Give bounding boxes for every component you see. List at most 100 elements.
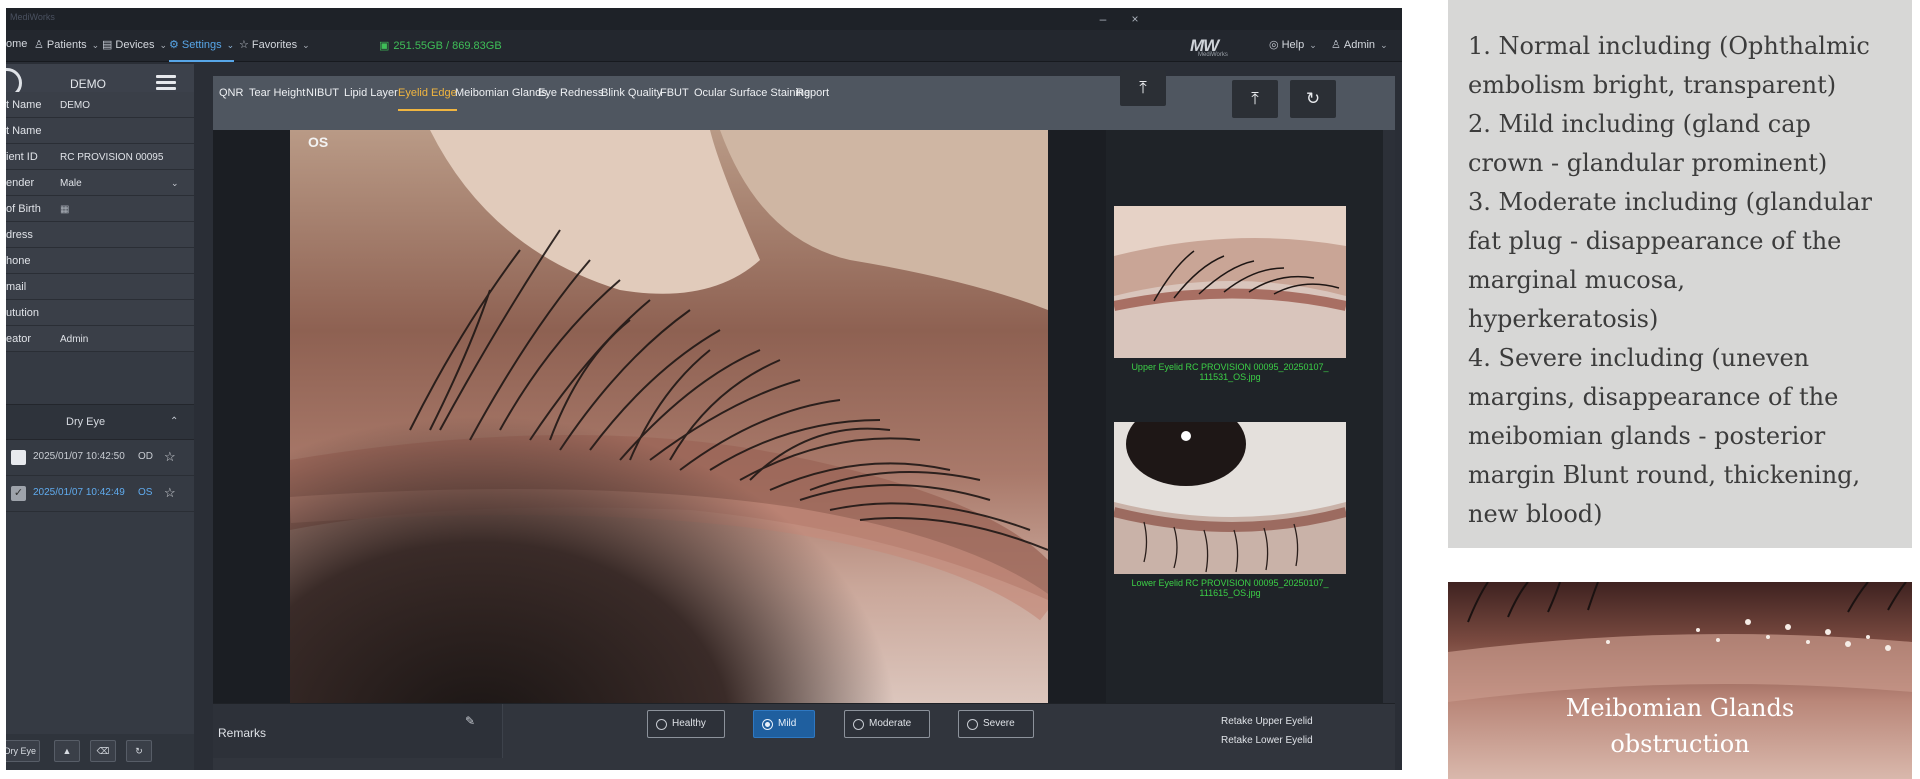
field-value: Admin — [60, 334, 89, 345]
menu-settings[interactable]: ⚙ Settings ⌄ — [169, 38, 235, 62]
record-checkbox[interactable]: ✓ — [11, 486, 26, 501]
grade-label: Severe — [983, 718, 1015, 729]
tab-eyelid-edge[interactable]: Eyelid Edge — [398, 87, 457, 111]
drive-icon: ▣ — [379, 40, 390, 52]
record-row[interactable]: ✓ 2025/01/07 10:42:49 OS ☆ — [6, 476, 194, 512]
field-email[interactable]: mail — [6, 274, 194, 300]
field-gender[interactable]: ender Male ⌄ — [6, 170, 194, 196]
calendar-icon[interactable]: ▦ — [60, 204, 69, 215]
grade-severe-button[interactable]: Severe — [958, 710, 1034, 738]
radio-icon — [853, 719, 864, 730]
caption-line: Lower Eyelid RC PROVISION 00095_20250107… — [1131, 578, 1329, 588]
grade-moderate-button[interactable]: Moderate — [844, 710, 930, 738]
chevron-down-icon: ⌄ — [159, 40, 168, 50]
tab-fbut[interactable]: FBUT — [660, 87, 689, 111]
field-label: ient ID — [6, 151, 38, 163]
menu-favorites-label: Favorites — [251, 39, 298, 51]
grade-healthy-button[interactable]: Healthy — [647, 710, 725, 738]
exam-tabs: QNR Tear Height NIBUT Lipid Layer Eyelid… — [213, 70, 1395, 130]
field-label: hone — [6, 255, 31, 267]
note-line: embolism bright, transparent) — [1468, 71, 1837, 99]
eye-label: OS — [308, 134, 329, 150]
tab-ocular-surface-staining[interactable]: Ocular Surface Staining — [694, 87, 810, 111]
menu-favorites[interactable]: ☆ Favorites ⌄ — [239, 38, 310, 56]
storage-text: 251.55GB / 869.83GB — [393, 40, 502, 52]
field-value: DEMO — [60, 100, 90, 111]
field-address[interactable]: dress — [6, 222, 194, 248]
menu-patients[interactable]: ♙ Patients ⌄ — [34, 38, 99, 56]
chevron-down-icon: ⌄ — [1309, 40, 1317, 50]
note-line: marginal mucosa, — [1468, 266, 1686, 294]
logo-subtitle: MediWorks — [1198, 52, 1228, 58]
menu-home[interactable]: ome — [6, 38, 27, 56]
radio-icon — [762, 719, 773, 730]
menu-admin[interactable]: ♙ Admin ⌄ — [1331, 38, 1388, 56]
sidebar-actions: Dry Eye ▲ ⌫ ↻ — [6, 734, 194, 770]
radio-icon — [967, 719, 978, 730]
dry-eye-section-header[interactable]: Dry Eye ⌃ — [6, 404, 194, 440]
grade-label: Moderate — [869, 718, 912, 729]
arrow-up-icon[interactable]: ▲ — [54, 740, 80, 762]
star-icon[interactable]: ☆ — [164, 449, 176, 465]
retake-upper-eyelid-button[interactable]: Retake Upper Eyelid — [1221, 716, 1313, 727]
field-last-name[interactable]: t Name — [6, 118, 194, 144]
chevron-down-icon: ⌄ — [91, 40, 100, 50]
star-icon: ☆ — [239, 39, 249, 51]
tab-blink-quality[interactable]: Blink Quality — [601, 87, 662, 111]
field-label: t Name — [6, 99, 42, 111]
tab-meibomian-glands[interactable]: Meibomian Glands — [455, 87, 547, 111]
upload-icon[interactable]: ⤒ — [1120, 70, 1166, 106]
upper-eyelid-thumbnail[interactable] — [1114, 206, 1346, 358]
note-line: margins, disappearance of the — [1468, 383, 1839, 411]
menu-help[interactable]: ◎ Help ⌄ — [1269, 38, 1317, 56]
grade-mild-button[interactable]: Mild — [753, 710, 815, 738]
refresh-icon[interactable]: ↻ — [1290, 80, 1336, 118]
field-patient-id[interactable]: ient ID RC PROVISION 00095 — [6, 144, 194, 170]
close-icon[interactable]: × — [1126, 10, 1144, 28]
tab-eye-redness[interactable]: Eye Redness — [538, 87, 603, 111]
pencil-icon[interactable]: ✎ — [465, 714, 475, 728]
star-icon[interactable]: ☆ — [164, 485, 176, 501]
remarks-field[interactable]: Remarks ✎ — [213, 704, 503, 758]
minimize-icon[interactable]: – — [1094, 10, 1112, 28]
note-line: new blood) — [1468, 500, 1603, 528]
retake-lower-eyelid-button[interactable]: Retake Lower Eyelid — [1221, 735, 1313, 746]
menu-devices-label: Devices — [115, 39, 155, 51]
menu-devices[interactable]: ▤ Devices ⌄ — [102, 38, 167, 56]
sync-icon[interactable]: ↻ — [126, 740, 152, 762]
tab-nibut[interactable]: NIBUT — [306, 87, 339, 111]
field-phone[interactable]: hone — [6, 248, 194, 274]
meibomian-obstruction-image: Meibomian Glands obstruction — [1448, 582, 1912, 779]
field-date-of-birth[interactable]: of Birth ▦ — [6, 196, 194, 222]
tab-qnr[interactable]: QNR — [219, 87, 243, 111]
chevron-up-icon[interactable]: ⌃ — [170, 416, 178, 427]
thumbnail-strip: Upper Eyelid RC PROVISION 00095_20250107… — [1106, 130, 1383, 703]
hamburger-menu-icon[interactable] — [156, 75, 176, 91]
caption-line: 111531_OS.jpg — [1199, 372, 1261, 382]
trash-icon[interactable]: ⌫ — [90, 740, 116, 762]
caption-line: 111615_OS.jpg — [1199, 588, 1261, 598]
field-institution[interactable]: utution — [6, 300, 194, 326]
eyelid-image[interactable]: OS — [290, 130, 1048, 703]
lower-eyelid-thumbnail[interactable] — [1114, 422, 1346, 574]
dry-eye-button[interactable]: Dry Eye — [6, 740, 40, 762]
menu-patients-label: Patients — [46, 39, 87, 51]
field-creator[interactable]: eator Admin — [6, 326, 194, 352]
chevron-down-icon[interactable]: ⌄ — [171, 178, 179, 189]
note-line: margin Blunt round, thickening, — [1468, 461, 1861, 489]
tab-lipid-layer[interactable]: Lipid Layer — [344, 87, 398, 111]
grading-notes: 1. Normal including (Ophthalmic embolism… — [1448, 0, 1912, 548]
record-checkbox[interactable] — [11, 450, 26, 465]
users-icon: ♙ — [34, 39, 44, 51]
menu-bar: ome ♙ Patients ⌄ ▤ Devices ⌄ ⚙ Settings ⌄ ☆ Fav… — [6, 30, 1402, 62]
field-first-name[interactable]: t Name DEMO — [6, 92, 194, 118]
tab-tear-height[interactable]: Tear Height — [249, 87, 305, 111]
note-line: crown - glandular prominent) — [1468, 149, 1828, 177]
profile-name: DEMO — [70, 77, 106, 91]
tab-report[interactable]: Report — [796, 87, 829, 111]
lightbulb-icon: ◎ — [1269, 39, 1279, 51]
record-eye: OD — [138, 451, 153, 462]
note-line: meibomian glands - posterior — [1468, 422, 1826, 450]
record-row[interactable]: 2025/01/07 10:42:50 OD ☆ — [6, 440, 194, 476]
upload-icon[interactable]: ⤒ — [1232, 80, 1278, 118]
